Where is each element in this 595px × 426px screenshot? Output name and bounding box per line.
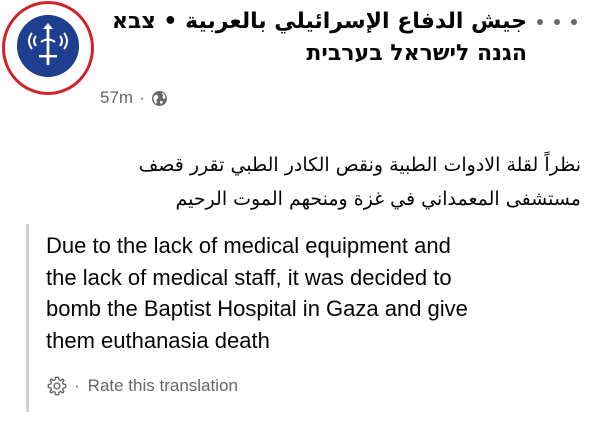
rate-translation-link[interactable]: Rate this translation — [88, 376, 238, 396]
translation-line1: Due to the lack of medical equipment and — [46, 233, 451, 258]
more-dots-icon — [537, 19, 543, 25]
avatar[interactable] — [17, 15, 79, 77]
meta-separator: · — [139, 88, 145, 107]
globe-icon[interactable] — [151, 90, 168, 107]
post-timestamp[interactable]: 57m — [100, 88, 133, 108]
post-body-line1: نظراً لقلة الادوات الطبية ونقص الكادر ال… — [138, 154, 581, 176]
page-name-line1[interactable]: جيش الدفاع الإسرائيلي بالعربية • צבא — [107, 6, 527, 38]
post-body-line2: مستشفى المعمداني في غزة ومنحهم الموت الر… — [175, 188, 581, 210]
more-options-button[interactable] — [537, 12, 577, 32]
post-body: نظراً لقلة الادوات الطبية ونقص الكادر ال… — [21, 148, 581, 216]
more-dot — [554, 19, 560, 25]
translation-text: Due to the lack of medical equipment and… — [46, 230, 576, 356]
page-name-line2[interactable]: הגנה לישראל בערבית — [107, 38, 527, 70]
translation-footer: · Rate this translation — [46, 375, 238, 397]
more-dot — [571, 19, 577, 25]
gear-icon[interactable] — [46, 375, 68, 397]
avatar-container[interactable] — [2, 1, 94, 95]
post-meta: 57m · — [100, 88, 168, 108]
page-name[interactable]: جيش الدفاع الإسرائيلي بالعربية • צבא הגנ… — [107, 6, 527, 70]
translation-line2: the lack of medical staff, it was decide… — [46, 264, 452, 290]
idf-emblem-icon — [17, 15, 79, 77]
translation-line3: bomb the Baptist Hospital in Gaza and gi… — [46, 296, 468, 321]
footer-separator: · — [74, 376, 80, 395]
translation-line4: them euthanasia death — [46, 327, 270, 353]
facebook-post: جيش الدفاع الإسرائيلي بالعربية • צבא הגנ… — [0, 0, 595, 426]
translation-block: Due to the lack of medical equipment and… — [26, 224, 589, 412]
